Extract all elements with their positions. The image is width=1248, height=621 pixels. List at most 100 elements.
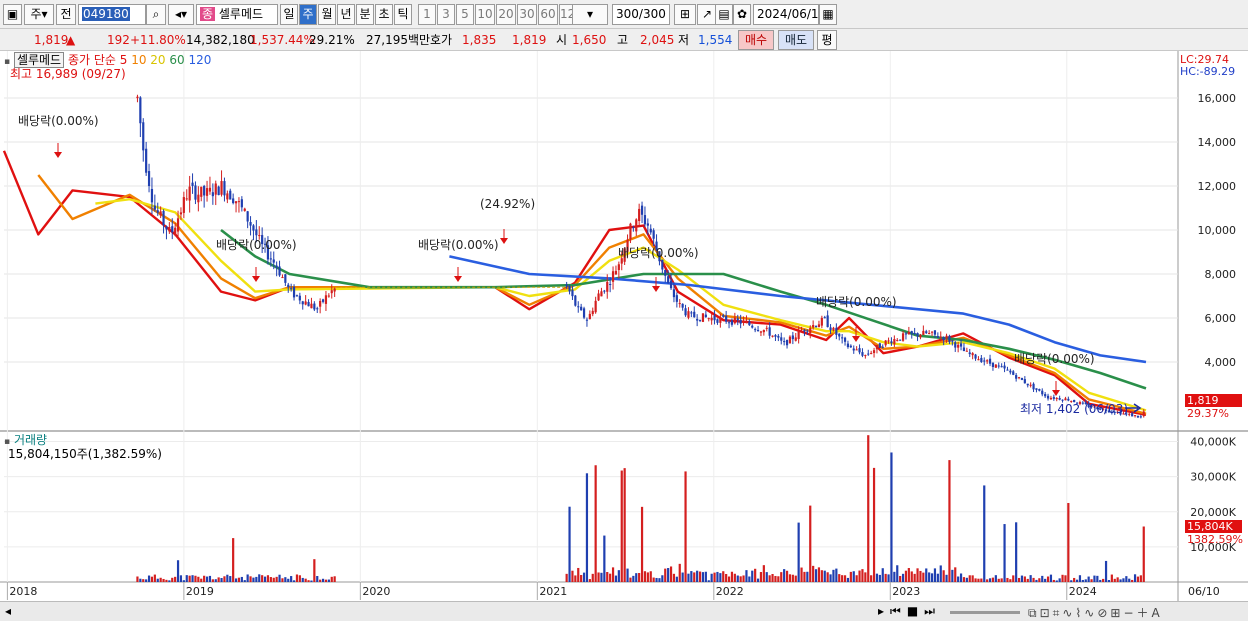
- volume-bar: [959, 573, 963, 582]
- candle-body: [716, 319, 719, 323]
- volume-tick-label: 30,000K: [1190, 471, 1236, 484]
- speaker-icon[interactable]: ◂▾: [168, 4, 194, 25]
- volume-bar: [875, 573, 879, 582]
- volume-bar: [716, 571, 719, 582]
- candle-type-icon[interactable]: ⊞: [674, 4, 696, 25]
- date-field[interactable]: 2024/06/10: [753, 4, 826, 25]
- candle-body: [710, 317, 713, 321]
- interval-button-30[interactable]: 30: [517, 4, 537, 25]
- volume-bar: [1113, 578, 1116, 582]
- interval-select[interactable]: ▾: [572, 4, 608, 25]
- stock-name-field[interactable]: 종 셀루메드: [196, 4, 278, 25]
- scroll-bar[interactable]: ◂ ▸⏮■⏭ ⧉⊡⌗∿⌇∿⊘⊞−＋A: [0, 601, 1248, 621]
- buy-button[interactable]: 매수: [738, 30, 774, 50]
- count-field[interactable]: 300/300: [612, 4, 670, 25]
- volume-bar: [1104, 560, 1108, 582]
- chart-tools-icon[interactable]: ⧉⊡⌗∿⌇∿⊘⊞−＋A: [1028, 604, 1163, 621]
- candle-body: [867, 353, 870, 355]
- volume-bar: [272, 577, 275, 582]
- gear-icon[interactable]: ✿: [733, 4, 751, 25]
- volume-bar: [1087, 576, 1090, 582]
- window-menu-icon[interactable]: ▣: [3, 4, 22, 25]
- volume-bar: [701, 572, 705, 582]
- volume-bar: [765, 572, 768, 582]
- x-tick-label: 2022: [716, 585, 744, 598]
- volume-bar: [220, 578, 223, 582]
- volume-bar: [1006, 577, 1009, 582]
- volume-bar: [620, 470, 623, 582]
- period-button-5[interactable]: 초: [375, 4, 393, 25]
- dividend-label: 배당락(0.00%): [1014, 352, 1095, 366]
- scroll-left-icon[interactable]: ◂: [5, 604, 11, 618]
- period-button-3[interactable]: 년: [337, 4, 355, 25]
- volume-bar: [237, 577, 241, 582]
- volume-value-note: 15,804,150주(1,382.59%): [8, 447, 162, 461]
- volume-bar: [1029, 575, 1032, 582]
- candle-body: [191, 182, 194, 186]
- candle-body: [319, 300, 322, 307]
- volume-bar: [136, 576, 139, 582]
- candle-body: [974, 354, 977, 359]
- volume-bar: [684, 471, 687, 582]
- candle-body: [1012, 371, 1015, 375]
- candle-body: [577, 306, 580, 308]
- search-icon[interactable]: ⌕: [146, 4, 166, 25]
- volume-bar: [1044, 578, 1047, 582]
- interval-button-1[interactable]: 1: [418, 4, 436, 25]
- interval-button-10[interactable]: 10: [475, 4, 495, 25]
- interval-button-3[interactable]: 3: [437, 4, 455, 25]
- volume-bar: [919, 570, 922, 582]
- stock-code-input[interactable]: 049180: [78, 4, 146, 25]
- volume-bar: [255, 576, 258, 582]
- volume-bar: [643, 571, 647, 582]
- candle-body: [893, 339, 896, 345]
- volume-bar: [1032, 577, 1035, 582]
- prev-button[interactable]: 전: [56, 4, 76, 25]
- volume-bar: [185, 575, 188, 582]
- candle-body: [1044, 394, 1047, 397]
- price-tag: 1,819: [1185, 394, 1242, 407]
- candle-body: [899, 339, 902, 341]
- volume-bar: [229, 576, 232, 582]
- period-button-6[interactable]: 틱: [394, 4, 412, 25]
- volume-bar: [327, 579, 330, 582]
- period-button-0[interactable]: 일: [280, 4, 298, 25]
- volume-bar: [954, 567, 957, 582]
- x-tick-label: 06/10: [1188, 585, 1220, 598]
- candle-body: [145, 148, 148, 173]
- volume-bar: [205, 576, 209, 582]
- sell-button[interactable]: 매도: [778, 30, 814, 50]
- interval-button-20[interactable]: 20: [496, 4, 516, 25]
- draw-tool-icon[interactable]: ↗: [697, 4, 717, 25]
- volume-bar: [864, 572, 867, 582]
- candle-body: [820, 317, 823, 326]
- interval-button-60[interactable]: 60: [538, 4, 558, 25]
- chart-svg[interactable]: 16,00014,00012,00010,0008,0006,0004,000 …: [0, 51, 1248, 621]
- average-button[interactable]: 평: [817, 30, 837, 50]
- volume-bar: [139, 578, 142, 582]
- period-button-2[interactable]: 월: [318, 4, 336, 25]
- market-select[interactable]: 주▾: [24, 4, 54, 25]
- volume-bar: [310, 580, 313, 582]
- volume-bar: [1052, 579, 1055, 582]
- candle-body: [327, 295, 330, 297]
- volume-bar: [771, 573, 774, 582]
- volume-bar: [890, 452, 893, 582]
- volume-bar: [916, 568, 919, 582]
- save-icon[interactable]: ▤: [715, 4, 733, 25]
- volume-bar: [872, 467, 876, 582]
- volume-bar: [243, 580, 246, 582]
- volume-bar: [153, 574, 156, 582]
- period-button-1[interactable]: 주: [299, 4, 317, 25]
- candle-body: [240, 199, 243, 208]
- calendar-icon[interactable]: ▦: [819, 4, 837, 25]
- zoom-slider[interactable]: [950, 611, 1020, 614]
- candle-body: [632, 227, 635, 229]
- period-button-4[interactable]: 분: [356, 4, 374, 25]
- volume-bar: [928, 572, 931, 582]
- interval-button-5[interactable]: 5: [456, 4, 474, 25]
- playback-controls-icon[interactable]: ▸⏮■⏭: [878, 604, 941, 619]
- volume-bar: [907, 568, 910, 582]
- candle-body: [1049, 397, 1053, 400]
- volume-bar: [626, 568, 629, 582]
